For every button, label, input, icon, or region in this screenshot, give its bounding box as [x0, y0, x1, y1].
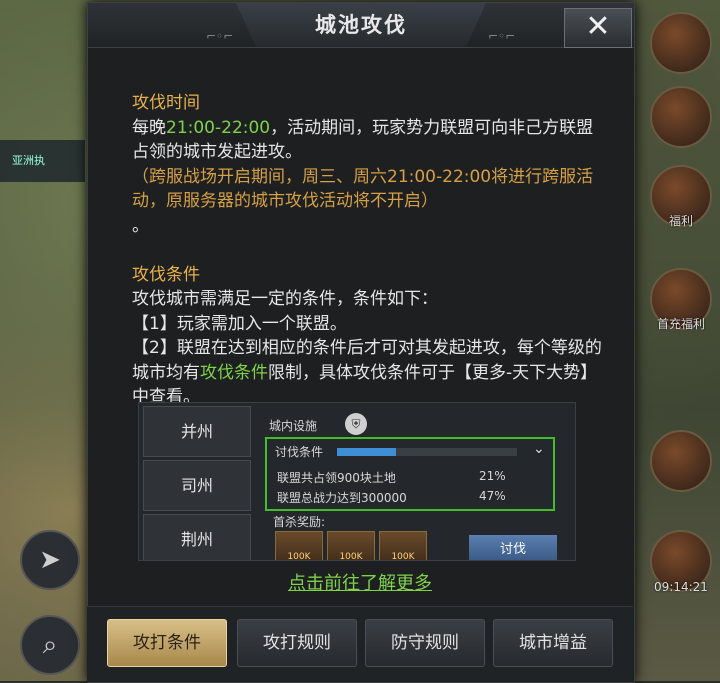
reward-gold-icon: 100K — [275, 531, 323, 560]
city-item: 并州 — [143, 406, 251, 457]
clock-text: 09:14:21 — [654, 580, 708, 594]
condition-row-text: 联盟总战力达到300000 — [277, 491, 407, 505]
condition-highlight-box: 讨伐条件 ⌄ 联盟共占领900块土地 21% 联盟总战力达到300000 47% — [265, 437, 555, 511]
city-list: 并州 司州 荆州 — [139, 403, 255, 560]
condition-line-3: 【2】联盟在达到相应的条件后才可对其发起进攻，每个等级的城市均有攻伐条件限制，具… — [132, 338, 602, 407]
side-icon-first-charge-label: 首充福利 — [656, 317, 705, 331]
dialog-title: 城池攻伐 — [315, 13, 407, 37]
shield-icon: ⛨ — [345, 413, 367, 435]
city-item: 司州 — [143, 460, 251, 511]
search-icon[interactable]: ⌕ — [20, 615, 80, 675]
reward-wood-icon: 100K — [379, 531, 427, 560]
condition-highlight: 攻伐条件 — [200, 362, 268, 383]
condition-line-1: 攻伐城市需满足一定的条件，条件如下： — [132, 289, 438, 309]
side-icon-welfare-label: 福利 — [668, 214, 693, 228]
side-icon-first-charge[interactable]: 首充福利 — [650, 268, 712, 331]
map-location-bar[interactable]: 亚洲执 — [0, 140, 85, 182]
side-icon-top[interactable] — [650, 12, 712, 74]
learn-more-link[interactable]: 点击前往了解更多 — [288, 573, 432, 594]
reward-food-icon: 100K — [327, 531, 375, 560]
map-location-text: 亚洲执 — [12, 154, 45, 167]
time-dot: 。 — [132, 215, 149, 236]
time-heading: 攻伐时间 — [132, 93, 200, 113]
attack-condition-label: 讨伐条件 — [275, 445, 324, 459]
facility-label: 城内设施 — [269, 419, 318, 433]
example-screenshot: 并州 司州 荆州 城内设施 ⛨ 讨伐条件 ⌄ 联盟共占领900块土地 21% 联… — [138, 402, 576, 561]
city-detail-panel: 城内设施 ⛨ 讨伐条件 ⌄ 联盟共占领900块土地 21% 联盟总战力达到300… — [261, 403, 575, 560]
chevron-down-icon: ⌄ — [533, 441, 545, 457]
condition-row-pct: 47% — [479, 489, 506, 503]
time-range: 21:00-22:00 — [166, 117, 271, 138]
condition-row-text: 联盟共占领900块土地 — [277, 471, 396, 485]
dialog-titlebar: ⌐◦⌐ ⌐◦⌐ 城池攻伐 ✕ — [88, 3, 634, 48]
city-item: 荆州 — [143, 514, 251, 560]
condition-progress-fill — [337, 448, 397, 456]
condition-heading: 攻伐条件 — [132, 264, 200, 285]
play-arrow-icon[interactable]: ➤ — [20, 530, 80, 590]
condition-row-pct: 21% — [479, 469, 506, 483]
close-button[interactable]: ✕ — [564, 8, 632, 48]
rules-text: 攻伐时间 每晚21:00-22:00，活动期间，玩家势力联盟可向非己方联盟占领的… — [132, 91, 602, 410]
time-description: 每晚21:00-22:00，活动期间，玩家势力联盟可向非己方联盟占领的城市发起进… — [132, 117, 594, 163]
condition-progress-bar — [337, 448, 517, 456]
side-icon-character[interactable] — [650, 430, 712, 492]
side-icon-welfare[interactable]: 福利 — [650, 165, 712, 228]
cross-server-note: （跨服战场开启期间，周三、周六21:00-22:00将进行跨服活动，原服务器的城… — [132, 166, 594, 212]
first-kill-reward-label: 首杀奖励: — [273, 515, 326, 529]
side-icon-clock[interactable]: 09:14:21 — [650, 530, 712, 594]
side-icon-event[interactable] — [650, 86, 712, 148]
condition-line-2: 【1】玩家需加入一个联盟。 — [132, 313, 347, 334]
attack-button: 讨伐 — [469, 535, 557, 560]
